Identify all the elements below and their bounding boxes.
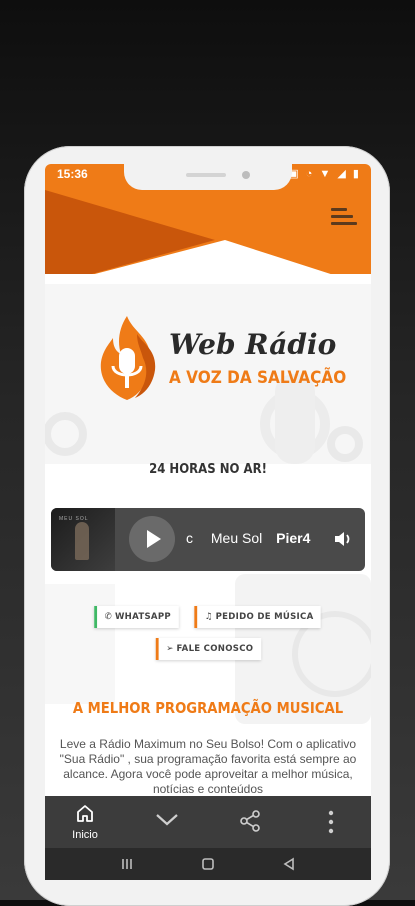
whatsapp-label: WHATSAPP [114, 612, 171, 622]
whatsapp-icon: ✆ [104, 612, 112, 622]
audio-player: MEU SOL c Meu Sol Pier4 [51, 508, 365, 571]
back-icon[interactable] [281, 856, 297, 872]
play-button[interactable] [129, 516, 175, 562]
logo-title: Web Rádio [169, 328, 337, 361]
album-caption: MEU SOL [59, 516, 89, 522]
bottom-navigation: Inicio [45, 796, 371, 848]
whatsapp-button[interactable]: ✆ WHATSAPP [93, 606, 179, 628]
more-vertical-icon [328, 810, 334, 834]
contact-us-button[interactable]: ➢ FALE CONOSCO [155, 638, 261, 660]
logo-subtitle: A VOZ DA SALVAÇÃO [169, 368, 347, 388]
song-request-button[interactable]: ♫ PEDIDO DE MÚSICA [194, 606, 321, 628]
send-icon: ➢ [165, 644, 174, 654]
contact-buttons-row: ✆ WHATSAPP ♫ PEDIDO DE MÚSICA [45, 606, 371, 628]
camera-notch [124, 164, 292, 190]
menu-icon[interactable] [331, 204, 357, 230]
flame-microphone-icon [100, 316, 156, 400]
status-icons: ▣ ◔ ▼ ◢ ▮ [288, 168, 361, 180]
nav-home[interactable]: Inicio [45, 796, 125, 848]
section-title: A MELHOR PROGRAMAÇÃO MUSICAL [72, 699, 344, 717]
contact-buttons-row-2: ➢ FALE CONOSCO [45, 638, 371, 660]
home-system-icon[interactable] [200, 856, 216, 872]
app-screen: 15:36 ▣ ◔ ▼ ◢ ▮ Web Rádio A VOZ DA SALVA… [45, 164, 371, 880]
status-time: 15:36 [57, 167, 88, 181]
song-request-label: PEDIDO DE MÚSICA [215, 612, 314, 622]
radio-logo: Web Rádio A VOZ DA SALVAÇÃO [93, 314, 346, 404]
chevron-down-icon [156, 814, 178, 826]
tagline: 24 HORAS NO AR! [149, 462, 267, 477]
system-navigation-bar [45, 848, 371, 880]
track-part: c [186, 530, 193, 546]
recent-apps-icon[interactable] [119, 856, 135, 872]
now-playing-marquee: c Meu Sol Pier4 [186, 530, 310, 546]
nav-collapse[interactable] [127, 796, 207, 848]
volume-icon[interactable] [333, 530, 353, 548]
play-icon [147, 530, 161, 548]
speaker-grille [186, 173, 226, 177]
front-camera [242, 171, 250, 179]
music-note-icon: ♫ [204, 612, 213, 622]
share-icon [240, 810, 260, 832]
track-title: Meu Sol [210, 530, 263, 546]
album-art: MEU SOL [51, 508, 115, 571]
home-icon [77, 805, 93, 822]
section-description: Leve a Rádio Maximum no Seu Bolso! Com o… [59, 737, 357, 796]
nav-more[interactable] [291, 796, 371, 848]
nav-home-label: Inicio [72, 829, 98, 841]
contact-us-label: FALE CONOSCO [176, 644, 253, 654]
track-artist: Pier4 [276, 530, 311, 546]
nav-share[interactable] [209, 796, 289, 848]
